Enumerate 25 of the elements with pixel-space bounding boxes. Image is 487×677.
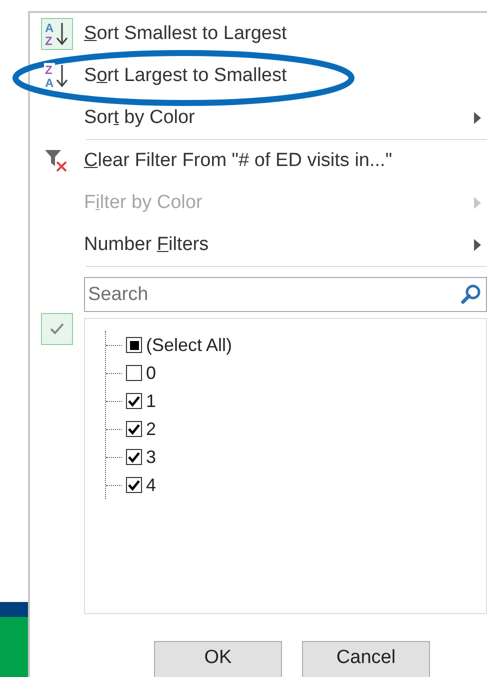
search-icon	[460, 283, 482, 305]
value-label: (Select All)	[146, 334, 232, 356]
checkbox[interactable]	[126, 477, 142, 493]
value-label: 3	[146, 446, 156, 468]
checkbox[interactable]	[126, 421, 142, 437]
checkbox[interactable]	[126, 337, 142, 353]
submenu-arrow-icon	[473, 196, 483, 210]
search-field[interactable]: Search	[84, 277, 487, 312]
menu-item[interactable]: Sort by Color	[30, 97, 487, 139]
menu-item[interactable]: A Z Sort Smallest to Largest	[30, 13, 487, 55]
checkbox[interactable]	[126, 393, 142, 409]
ok-button[interactable]: OK	[154, 641, 282, 677]
checkbox[interactable]	[126, 449, 142, 465]
menu-item[interactable]: Clear Filter From "# of ED visits in..."	[30, 140, 487, 182]
value-label: 4	[146, 474, 156, 496]
submenu-arrow-icon	[473, 111, 483, 125]
menu-item[interactable]: Z A Sort Largest to Smallest	[30, 55, 487, 97]
cancel-button[interactable]: Cancel	[302, 641, 430, 677]
value-label: 0	[146, 362, 156, 384]
value-label: 1	[146, 390, 156, 412]
value-label: 2	[146, 418, 156, 440]
checkbox[interactable]	[126, 365, 142, 381]
menu-item[interactable]: Number Filters	[30, 224, 487, 266]
check-icon	[49, 322, 65, 336]
submenu-arrow-icon	[473, 238, 483, 252]
